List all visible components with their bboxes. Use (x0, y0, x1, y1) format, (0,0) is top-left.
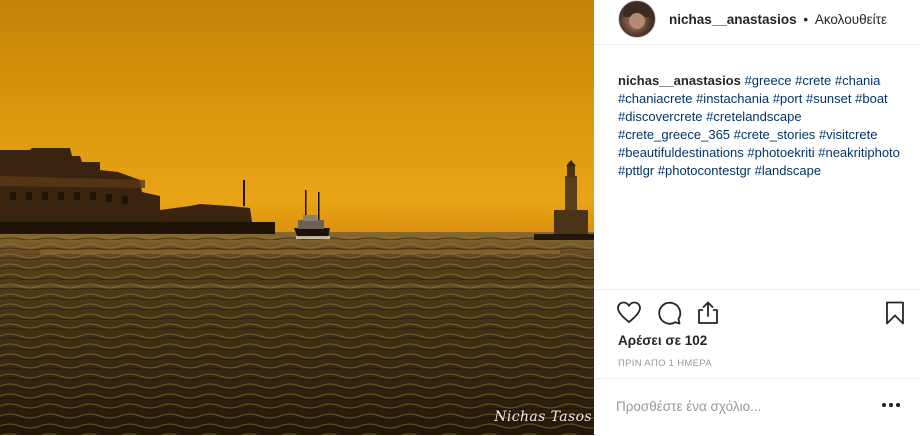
hashtag-link[interactable]: #instachania (696, 91, 769, 106)
post-side-panel: nichas__anastasios • Ακολουθείτε nichas_… (594, 0, 920, 435)
hashtag-link[interactable]: #chania (835, 73, 881, 88)
comment-bar (594, 378, 920, 436)
comment-icon[interactable] (656, 300, 682, 326)
hashtag-link[interactable]: #photocontestgr (658, 163, 751, 178)
hashtag-link[interactable]: #chaniacrete (618, 91, 692, 106)
hashtag-link[interactable]: #greece (744, 73, 791, 88)
post-header: nichas__anastasios • Ακολουθείτε (594, 0, 920, 45)
post-timestamp: ΠΡΙΝ ΑΠΟ 1 ΗΜΕΡΑ (618, 358, 712, 369)
photographer-watermark: Nichas Tasos (494, 409, 592, 425)
avatar[interactable] (618, 0, 656, 38)
hashtag-link[interactable]: #visitcrete (819, 127, 878, 142)
hashtag-link[interactable]: #port (773, 91, 803, 106)
hashtag-link[interactable]: #pttlgr (618, 163, 654, 178)
following-button[interactable]: Ακολουθείτε (815, 12, 887, 27)
hashtag-link[interactable]: #crete_greece_365 (618, 127, 730, 142)
ellipsis-icon[interactable] (882, 397, 902, 411)
hashtag-link[interactable]: #discovercrete (618, 109, 703, 124)
hashtag-link[interactable]: #landscape (755, 163, 822, 178)
caption-username-link[interactable]: nichas__anastasios (618, 73, 741, 88)
comment-input[interactable] (616, 395, 856, 417)
likes-count[interactable]: Αρέσει σε 102 (618, 333, 707, 348)
username-link[interactable]: nichas__anastasios (669, 12, 797, 27)
heart-icon[interactable] (616, 300, 642, 326)
share-icon[interactable] (695, 300, 721, 326)
separator-dot: • (803, 12, 809, 27)
post-caption: nichas__anastasios #greece #crete #chani… (618, 72, 908, 180)
hashtag-link[interactable]: #photoekriti (747, 145, 814, 160)
bookmark-icon[interactable] (882, 300, 908, 326)
sunset-harbor-image (0, 0, 594, 435)
hashtag-link[interactable]: #beautifuldestinations (618, 145, 744, 160)
header-line: nichas__anastasios • Ακολουθείτε (669, 12, 887, 27)
hashtag-link[interactable]: #crete_stories (734, 127, 816, 142)
action-bar (594, 289, 920, 336)
hashtag-link[interactable]: #boat (855, 91, 888, 106)
hashtag-link[interactable]: #sunset (806, 91, 852, 106)
hashtag-link[interactable]: #crete (795, 73, 831, 88)
hashtag-link[interactable]: #neakritiphoto (818, 145, 900, 160)
post-photo[interactable]: Nichas Tasos (0, 0, 594, 435)
hashtag-link[interactable]: #cretelandscape (706, 109, 801, 124)
hashtag-list: #greece #crete #chania #chaniacrete #ins… (618, 73, 900, 178)
